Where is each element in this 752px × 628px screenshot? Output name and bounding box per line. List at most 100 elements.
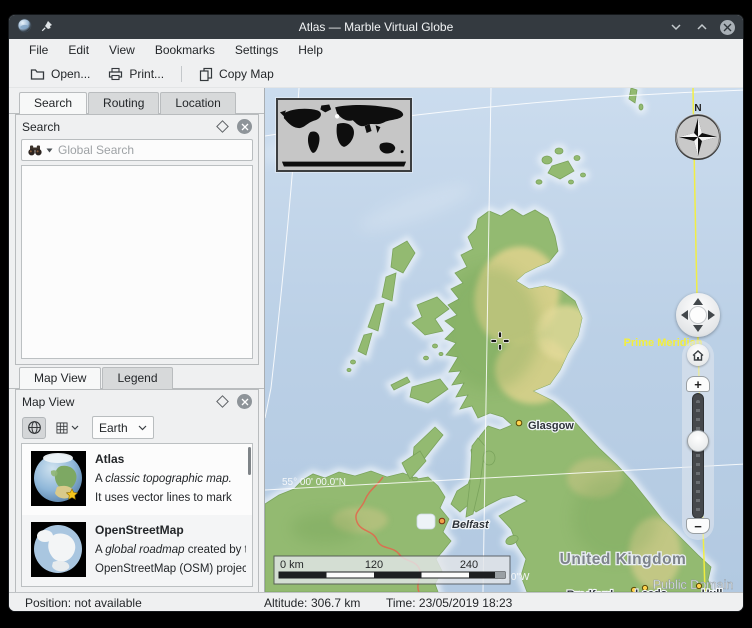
pin-icon[interactable] [41,20,53,35]
compass-north-label: N [694,103,701,114]
map-theme-title: OpenStreetMap [95,523,246,537]
folder-icon [30,67,45,81]
copy-map-button[interactable]: Copy Map [192,64,281,85]
pan-control[interactable] [676,293,720,337]
map-view-panel: Map View [15,389,259,592]
zoom-in-button[interactable]: + [686,376,710,392]
celestial-body-button[interactable] [50,417,84,439]
grid-icon [56,422,68,434]
search-input[interactable] [56,142,247,158]
menu-help[interactable]: Help [288,41,333,59]
pan-center-button[interactable] [689,306,707,324]
map-theme-item-openstreetmap[interactable]: OpenStreetMap A global roadmap created b… [22,515,252,586]
status-position: Position: not available [25,596,142,610]
pan-up-arrow-icon [693,298,703,305]
menu-settings[interactable]: Settings [225,41,288,59]
binoculars-icon [27,144,43,156]
search-results-list[interactable] [21,165,253,359]
overview-map[interactable] [276,98,412,172]
tab-legend[interactable]: Legend [102,367,172,389]
zoom-slider-handle[interactable] [687,430,709,452]
home-button[interactable] [687,344,709,366]
menu-edit[interactable]: Edit [58,41,99,59]
status-time: Time: 23/05/2019 18:23 [386,596,512,610]
open-button[interactable]: Open... [23,64,97,84]
tab-search[interactable]: Search [19,92,87,114]
belfast-marker[interactable] [439,518,445,524]
latitude-label: 55° 00' 00.0"N [282,477,346,488]
glasgow-marker[interactable] [516,420,522,426]
window-title: Atlas — Marble Virtual Globe [9,20,743,34]
map-view-panel-title: Map View [22,395,74,409]
print-label: Print... [129,67,164,81]
copy-map-label: Copy Map [219,67,274,81]
list-scrollbar[interactable] [248,447,251,475]
globe-projection-button[interactable] [22,417,46,439]
belfast-label: Belfast [452,519,490,531]
tab-location[interactable]: Location [160,92,235,114]
sidebar: Search Routing Location Search [9,88,264,592]
print-button[interactable]: Print... [101,64,171,84]
map-theme-description-line2: OpenStreetMap (OSM) project. [95,563,246,575]
main-toolbar: Open... Print... Copy Map [9,61,743,88]
lake-lough-neagh [417,514,435,529]
pan-right-arrow-icon [708,310,715,320]
planet-select[interactable]: Earth [92,416,154,439]
scale-bar: 0 km 120 240 [274,556,510,584]
map-viewport[interactable]: Prime Meridian 55° 00' 00.0"N 00.0"W Gla… [264,88,743,592]
map-theme-description: A classic topographic map. [95,473,232,485]
close-panel-icon[interactable] [237,119,252,134]
map-view-toolbar: Earth [16,413,258,443]
map-theme-description-line2: It uses vector lines to mark [95,492,232,504]
minimize-button[interactable] [668,19,684,35]
marble-app-window: Atlas — Marble Virtual Globe File Edit V… [8,14,744,612]
glasgow-label: Glasgow [528,420,574,432]
close-button[interactable] [720,20,735,35]
chevron-down-icon [138,425,147,431]
scale-mid-label: 120 [365,559,383,571]
zoom-slider-track[interactable] [692,393,704,519]
menu-bookmarks[interactable]: Bookmarks [145,41,225,59]
copy-icon [199,67,213,82]
map-theme-description: A global roadmap created by the [95,544,246,556]
printer-icon [108,67,123,81]
pan-left-arrow-icon [681,310,688,320]
zoom-out-button[interactable]: − [686,518,710,534]
chevron-down-icon [71,425,79,430]
global-search-field[interactable] [21,139,253,161]
float-panel-icon[interactable] [216,120,229,133]
maximize-button[interactable] [694,19,710,35]
united-kingdom-label: United Kingdom [560,551,687,568]
menu-view[interactable]: View [99,41,145,59]
osm-thumbnail [31,522,86,577]
close-panel-icon[interactable] [237,394,252,409]
statusbar: Position: not available Altitude: 306.7 … [9,592,743,612]
pan-down-arrow-icon [693,325,703,332]
search-panel: Search [15,114,259,365]
overview-position-dot [335,114,339,118]
map-theme-title: Atlas [95,452,232,466]
search-provider-caret-icon[interactable] [46,148,53,153]
titlebar[interactable]: Atlas — Marble Virtual Globe [9,15,743,39]
menubar: File Edit View Bookmarks Settings Help [9,39,743,61]
tab-routing[interactable]: Routing [88,92,159,114]
panel-tabs-top: Search Routing Location [9,92,264,114]
tab-map-view[interactable]: Map View [19,367,101,389]
status-altitude-label: Altitude: [264,596,307,610]
open-label: Open... [51,67,90,81]
planet-select-value: Earth [99,421,128,435]
scale-start-label: 0 km [280,559,304,571]
status-altitude-value: 306.7 km [311,596,360,610]
float-panel-icon[interactable] [216,395,229,408]
atlas-thumbnail [31,451,86,506]
globe-icon [27,420,42,435]
menu-file[interactable]: File [19,41,58,59]
map-theme-item-atlas[interactable]: Atlas A classic topographic map. It uses… [22,444,252,515]
map-theme-list: Atlas A classic topographic map. It uses… [21,443,253,587]
scale-end-label: 240 [460,559,478,571]
search-panel-title: Search [22,120,60,134]
marble-app-icon [17,18,32,36]
toolbar-separator [181,66,182,82]
home-icon [692,350,704,361]
panel-tabs-bottom: Map View Legend [9,367,264,389]
